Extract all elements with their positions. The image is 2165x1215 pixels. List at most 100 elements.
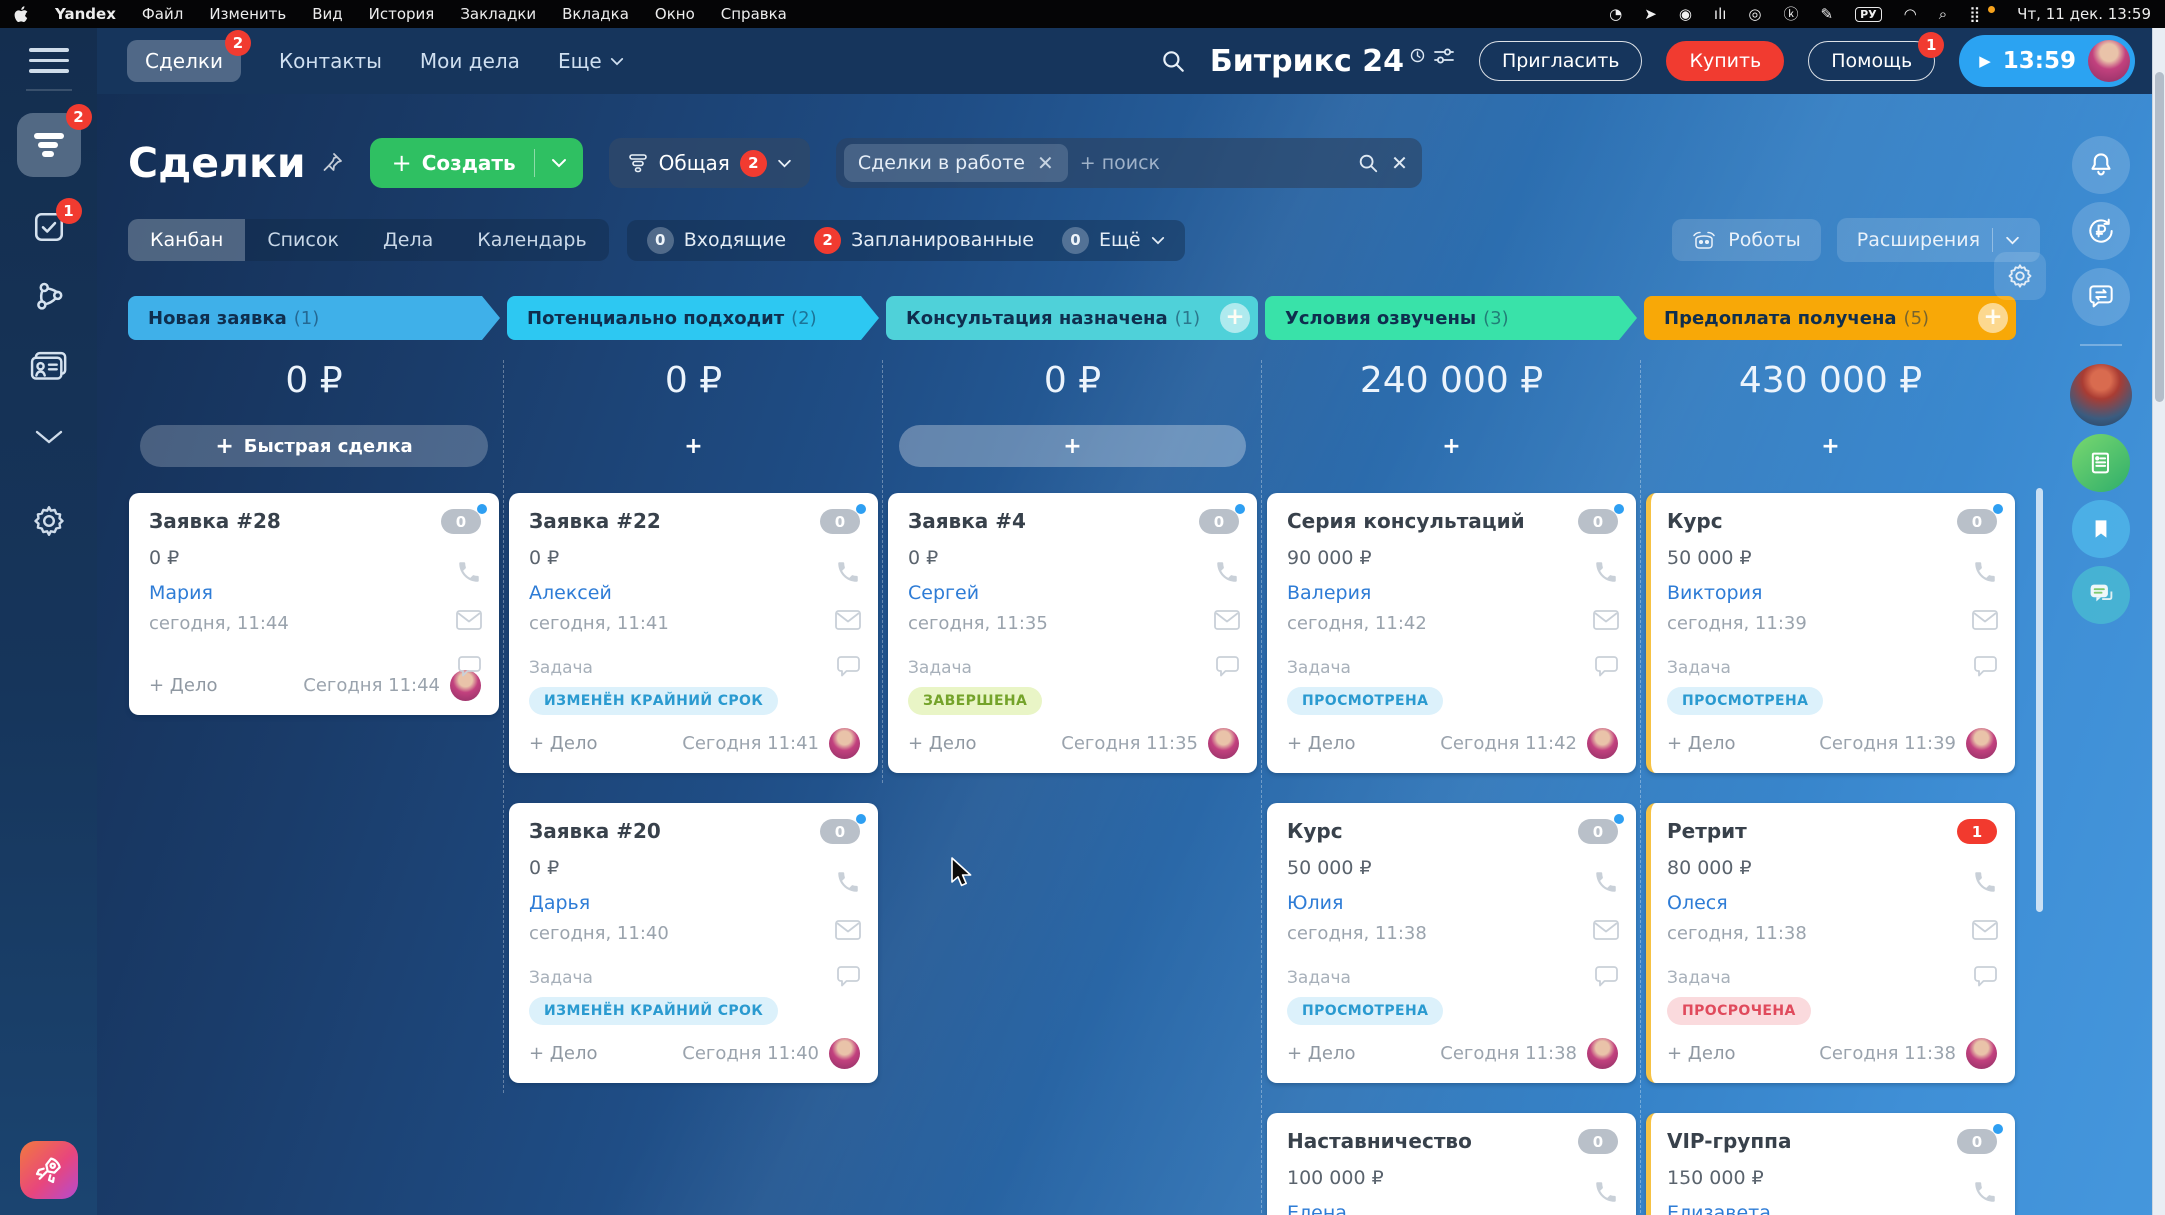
chat-icon[interactable] [1972, 655, 1999, 679]
apple-logo-icon[interactable] [14, 5, 29, 23]
mail-icon[interactable] [834, 609, 862, 631]
mail-icon[interactable] [1971, 609, 1999, 631]
remove-filter-icon[interactable]: ✕ [1037, 151, 1054, 175]
stage-header[interactable]: Новая заявка (1) [128, 296, 500, 340]
nav-item-Контакты[interactable]: Контакты [279, 49, 382, 73]
deal-contact-link[interactable]: Виктория [1667, 582, 1762, 604]
language-indicator[interactable]: РУ [1855, 7, 1882, 22]
notifications-button[interactable] [2072, 136, 2130, 194]
quick-deal-button[interactable]: + [1278, 425, 1625, 467]
mail-icon[interactable] [1592, 609, 1620, 631]
deal-card[interactable]: Заявка #4 0 0 ₽ Сергей сегодня, 11:35 За… [888, 493, 1257, 773]
filter-preset-chip[interactable]: Сделки в работе ✕ [844, 144, 1068, 182]
page-scrollbar-thumb[interactable] [2155, 72, 2164, 402]
spotlight-search-icon[interactable]: ⌕ [1939, 7, 1947, 22]
stage-counter-Входящие[interactable]: 0 Входящие [647, 227, 786, 254]
add-activity-button[interactable]: + Дело [529, 1043, 597, 1064]
sidebar-item-crm[interactable]: 2 [17, 113, 81, 177]
deal-card[interactable]: Заявка #28 0 0 ₽ Мария сегодня, 11:44 + … [129, 493, 499, 715]
menubar-item[interactable]: Закладки [460, 5, 536, 23]
phone-icon[interactable] [1972, 559, 1998, 585]
user-avatar[interactable] [2088, 40, 2130, 82]
k-app-icon[interactable]: ⓚ [1784, 7, 1799, 22]
page-scrollbar[interactable] [2152, 28, 2165, 1215]
sidebar-item-network[interactable] [27, 277, 71, 317]
feather-app-icon[interactable]: ✎ [1821, 7, 1834, 22]
news-feed-button[interactable] [2072, 434, 2130, 492]
nav-item-Еще[interactable]: Еще [558, 49, 624, 73]
stage-header[interactable]: Консультация назначена (1) + [886, 296, 1258, 340]
mail-icon[interactable] [1971, 919, 1999, 941]
hamburger-menu-icon[interactable] [29, 48, 69, 73]
responsible-avatar[interactable] [1966, 1038, 1997, 1069]
menubar-item[interactable]: Окно [655, 5, 695, 23]
mail-icon[interactable] [834, 919, 862, 941]
stage-header[interactable]: Предоплата получена (5) + [1644, 296, 2016, 340]
wifi-icon[interactable]: ◠ [1904, 7, 1917, 22]
circles-app-icon[interactable]: ◉ [1679, 7, 1692, 22]
phone-icon[interactable] [1593, 1179, 1619, 1205]
deal-card[interactable]: VIP-группа 0 150 000 ₽ Елизавета сегодня… [1646, 1113, 2015, 1215]
deal-card[interactable]: Ретрит 1 80 000 ₽ Олеся сегодня, 11:38 З… [1646, 803, 2015, 1083]
portal-logo[interactable]: Битрикс 24 [1210, 44, 1455, 79]
responsible-avatar[interactable] [829, 1038, 860, 1069]
deal-contact-link[interactable]: Олеся [1667, 892, 1728, 914]
menubar-item[interactable]: Вкладка [562, 5, 629, 23]
bookmarks-button[interactable] [2072, 500, 2130, 558]
responsible-avatar[interactable] [1208, 728, 1239, 759]
view-tab-Канбан[interactable]: Канбан [128, 219, 245, 261]
invite-button[interactable]: Пригласить [1479, 41, 1643, 81]
view-tab-Календарь[interactable]: Календарь [455, 219, 608, 261]
stage-header[interactable]: Условия озвучены (3) [1265, 296, 1637, 340]
deal-card[interactable]: Серия консультаций 0 90 000 ₽ Валерия се… [1267, 493, 1636, 773]
chat-icon[interactable] [1593, 655, 1620, 679]
openlines-button[interactable] [2072, 268, 2130, 326]
create-deal-button[interactable]: + Создать [370, 138, 583, 188]
menubar-item[interactable]: Вид [312, 5, 342, 23]
sidebar-item-contacts[interactable] [27, 347, 71, 387]
deal-title[interactable]: Заявка #22 [529, 509, 661, 533]
help-button[interactable]: Помощь 1 [1808, 41, 1935, 81]
responsible-avatar[interactable] [1966, 728, 1997, 759]
view-tab-Дела[interactable]: Дела [361, 219, 455, 261]
menubar-app-name[interactable]: Yandex [55, 5, 116, 23]
deal-contact-link[interactable]: Елена [1287, 1202, 1347, 1215]
deal-card[interactable]: Заявка #22 0 0 ₽ Алексей сегодня, 11:41 … [509, 493, 878, 773]
nav-item-Сделки[interactable]: Сделки 2 [127, 40, 241, 82]
global-search-icon[interactable] [1160, 48, 1186, 74]
deal-contact-link[interactable]: Юлия [1287, 892, 1343, 914]
payments-button[interactable] [2072, 202, 2130, 260]
quick-deal-button[interactable]: + [520, 425, 867, 467]
phone-icon[interactable] [1214, 559, 1240, 585]
add-activity-button[interactable]: + Дело [1287, 1043, 1355, 1064]
kanban-settings-button[interactable] [1994, 252, 2046, 300]
create-dropdown-chevron-icon[interactable] [535, 158, 583, 168]
chat-icon[interactable] [1593, 965, 1620, 989]
mail-icon[interactable] [1213, 609, 1241, 631]
chat-icon[interactable] [456, 655, 483, 679]
phone-icon[interactable] [1593, 559, 1619, 585]
worktime-timer[interactable]: ▶ 13:59 [1959, 35, 2135, 87]
menubar-item[interactable]: История [369, 5, 435, 23]
chat-icon[interactable] [1214, 655, 1241, 679]
filter-search-bar[interactable]: Сделки в работе ✕ + поиск ✕ [836, 138, 1422, 188]
sidebar-item-tasks[interactable]: 1 [27, 207, 71, 247]
stage-counter-Ещё[interactable]: 0 Ещё [1062, 227, 1165, 254]
deal-title[interactable]: Заявка #4 [908, 509, 1026, 533]
add-deal-to-stage-button[interactable]: + [1220, 303, 1250, 333]
deal-title[interactable]: Заявка #28 [149, 509, 281, 533]
stage-header[interactable]: Потенциально подходит (2) [507, 296, 879, 340]
deal-card[interactable]: Курс 0 50 000 ₽ Виктория сегодня, 11:39 … [1646, 493, 2015, 773]
search-input[interactable]: + поиск [1080, 152, 1345, 174]
quick-deal-button[interactable]: +Быстрая сделка [140, 425, 488, 467]
deal-contact-link[interactable]: Алексей [529, 582, 612, 604]
deal-title[interactable]: VIP-группа [1667, 1129, 1791, 1153]
add-activity-button[interactable]: + Дело [529, 733, 597, 754]
telegram-icon[interactable]: ➤ [1644, 7, 1657, 22]
chat-icon[interactable] [1972, 965, 1999, 989]
deal-card[interactable]: Заявка #20 0 0 ₽ Дарья сегодня, 11:40 За… [509, 803, 878, 1083]
copilot-avatar-button[interactable] [2070, 364, 2132, 426]
responsible-avatar[interactable] [829, 728, 860, 759]
control-center-icon[interactable]: ⣿ [1969, 7, 1980, 22]
phone-icon[interactable] [1972, 869, 1998, 895]
